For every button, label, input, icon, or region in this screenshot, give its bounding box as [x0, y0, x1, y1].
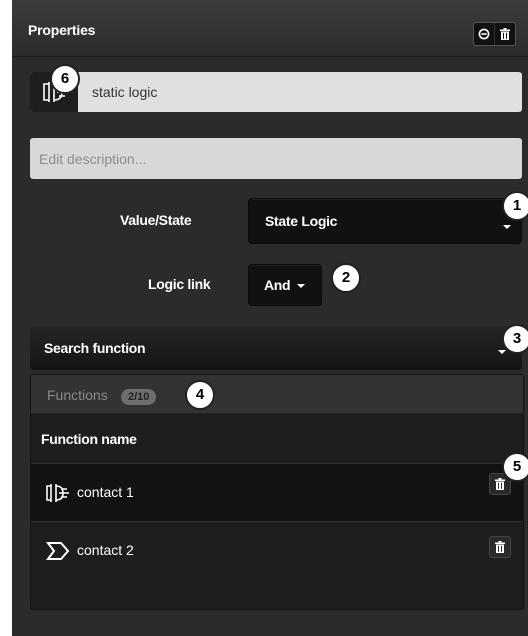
- search-function-dropdown[interactable]: Search function: [30, 326, 522, 370]
- functions-title: Functions: [47, 387, 108, 403]
- description-input[interactable]: [30, 138, 522, 179]
- collapse-button[interactable]: [474, 23, 495, 45]
- panel-header: Properties: [12, 0, 528, 57]
- function-row[interactable]: contact 2: [31, 521, 523, 580]
- callout-marker-1: 1: [502, 191, 528, 221]
- trash-icon: [495, 541, 505, 553]
- delete-button[interactable]: [495, 23, 515, 45]
- function-name-value: static logic: [92, 84, 158, 100]
- chevron-down-icon: [503, 225, 511, 229]
- panel-title: Properties: [28, 22, 96, 38]
- function-label: contact 2: [77, 542, 134, 558]
- logic-link-select[interactable]: And: [248, 264, 322, 306]
- header-button-group: [473, 22, 516, 46]
- callout-marker-6: 6: [50, 64, 80, 94]
- trash-icon: [500, 28, 510, 40]
- value-state-selected: State Logic: [265, 213, 338, 229]
- function-row[interactable]: contact 1: [31, 463, 523, 522]
- delete-function-button[interactable]: [489, 536, 511, 558]
- callout-marker-2: 2: [331, 263, 361, 293]
- contact-icon: [46, 484, 69, 502]
- search-function-label: Search function: [44, 340, 146, 356]
- properties-panel: Properties static logic Value/State Stat…: [12, 0, 528, 636]
- value-state-label: Value/State: [120, 212, 192, 228]
- functions-count-badge: 2/10: [121, 389, 157, 405]
- function-name-field[interactable]: static logic: [30, 72, 522, 112]
- arrow-contact-icon: [46, 542, 70, 560]
- function-label: contact 1: [77, 484, 134, 500]
- value-state-select[interactable]: State Logic: [248, 198, 522, 244]
- functions-list: Functions 2/10 Function name contact 1 c…: [30, 374, 524, 610]
- trash-icon: [495, 478, 505, 490]
- chevron-down-icon: [498, 350, 506, 354]
- callout-marker-4: 4: [185, 380, 215, 410]
- chevron-down-icon: [297, 284, 305, 288]
- callout-marker-5: 5: [502, 452, 528, 482]
- logic-link-selected: And: [264, 277, 291, 293]
- collapse-icon: [478, 28, 490, 40]
- logic-link-label: Logic link: [148, 276, 211, 292]
- function-name-column-header: Function name: [41, 431, 137, 447]
- functions-header[interactable]: Functions 2/10: [31, 375, 523, 414]
- callout-marker-3: 3: [502, 324, 528, 354]
